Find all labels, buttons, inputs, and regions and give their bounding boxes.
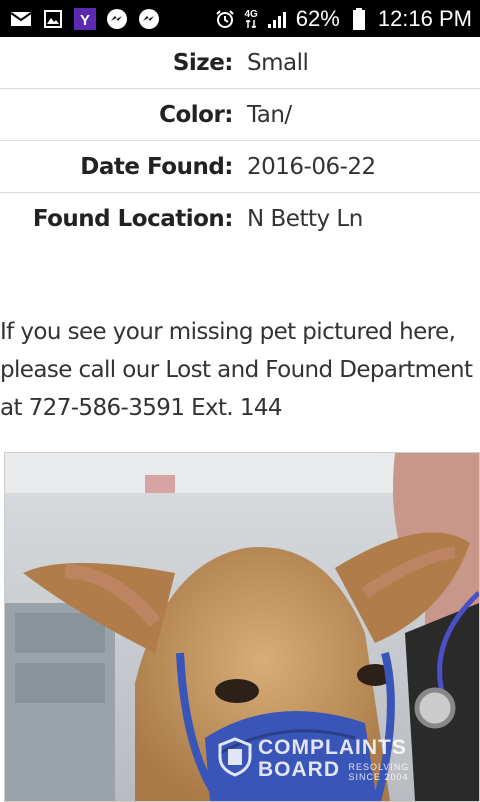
watermark-line1: COMPLAINTS <box>258 736 407 760</box>
watermark-tagline-bottom: SINCE 2004 <box>348 771 409 782</box>
mail-icon <box>10 8 32 30</box>
detail-label: Color: <box>159 101 233 128</box>
network-4g-icon: 4G <box>244 9 258 28</box>
signal-icon <box>266 8 288 30</box>
detail-value: N Betty Ln <box>247 205 363 232</box>
svg-text:Y: Y <box>80 12 90 29</box>
detail-row-size: Size: Small <box>0 37 480 89</box>
detail-row-found-location: Found Location: N Betty Ln <box>0 193 480 244</box>
alarm-icon <box>214 8 236 30</box>
detail-row-date-found: Date Found: 2016-06-22 <box>0 141 480 193</box>
detail-value: 2016-06-22 <box>247 153 376 180</box>
gallery-icon <box>42 8 64 30</box>
detail-value: Small <box>247 49 309 76</box>
complaints-board-watermark: COMPLAINTS BOARD RESOLVING SINCE 2004 <box>218 737 409 782</box>
lost-and-found-notice: If you see your missing pet pictured her… <box>0 319 473 421</box>
messenger-icon <box>106 8 128 30</box>
pet-details-table: Size: Small Color: Tan/ Date Found: 2016… <box>0 37 480 244</box>
detail-label: Found Location: <box>32 205 234 232</box>
clock: 12:16 PM <box>377 5 472 31</box>
detail-label: Date Found: <box>80 153 233 180</box>
watermark-line2: BOARD <box>258 758 340 782</box>
shield-logo-icon <box>218 737 252 782</box>
messenger-icon <box>138 8 160 30</box>
detail-label: Size: <box>172 49 234 76</box>
detail-value: Tan/ <box>247 101 292 128</box>
yahoo-icon: Y <box>74 7 96 30</box>
status-bar: Y 4G 62% 12:16 PM <box>0 0 480 37</box>
detail-row-color: Color: Tan/ <box>0 89 480 141</box>
watermark-tagline-top: RESOLVING <box>348 761 410 772</box>
battery-icon <box>348 7 370 30</box>
battery-percentage: 62% <box>295 5 340 31</box>
